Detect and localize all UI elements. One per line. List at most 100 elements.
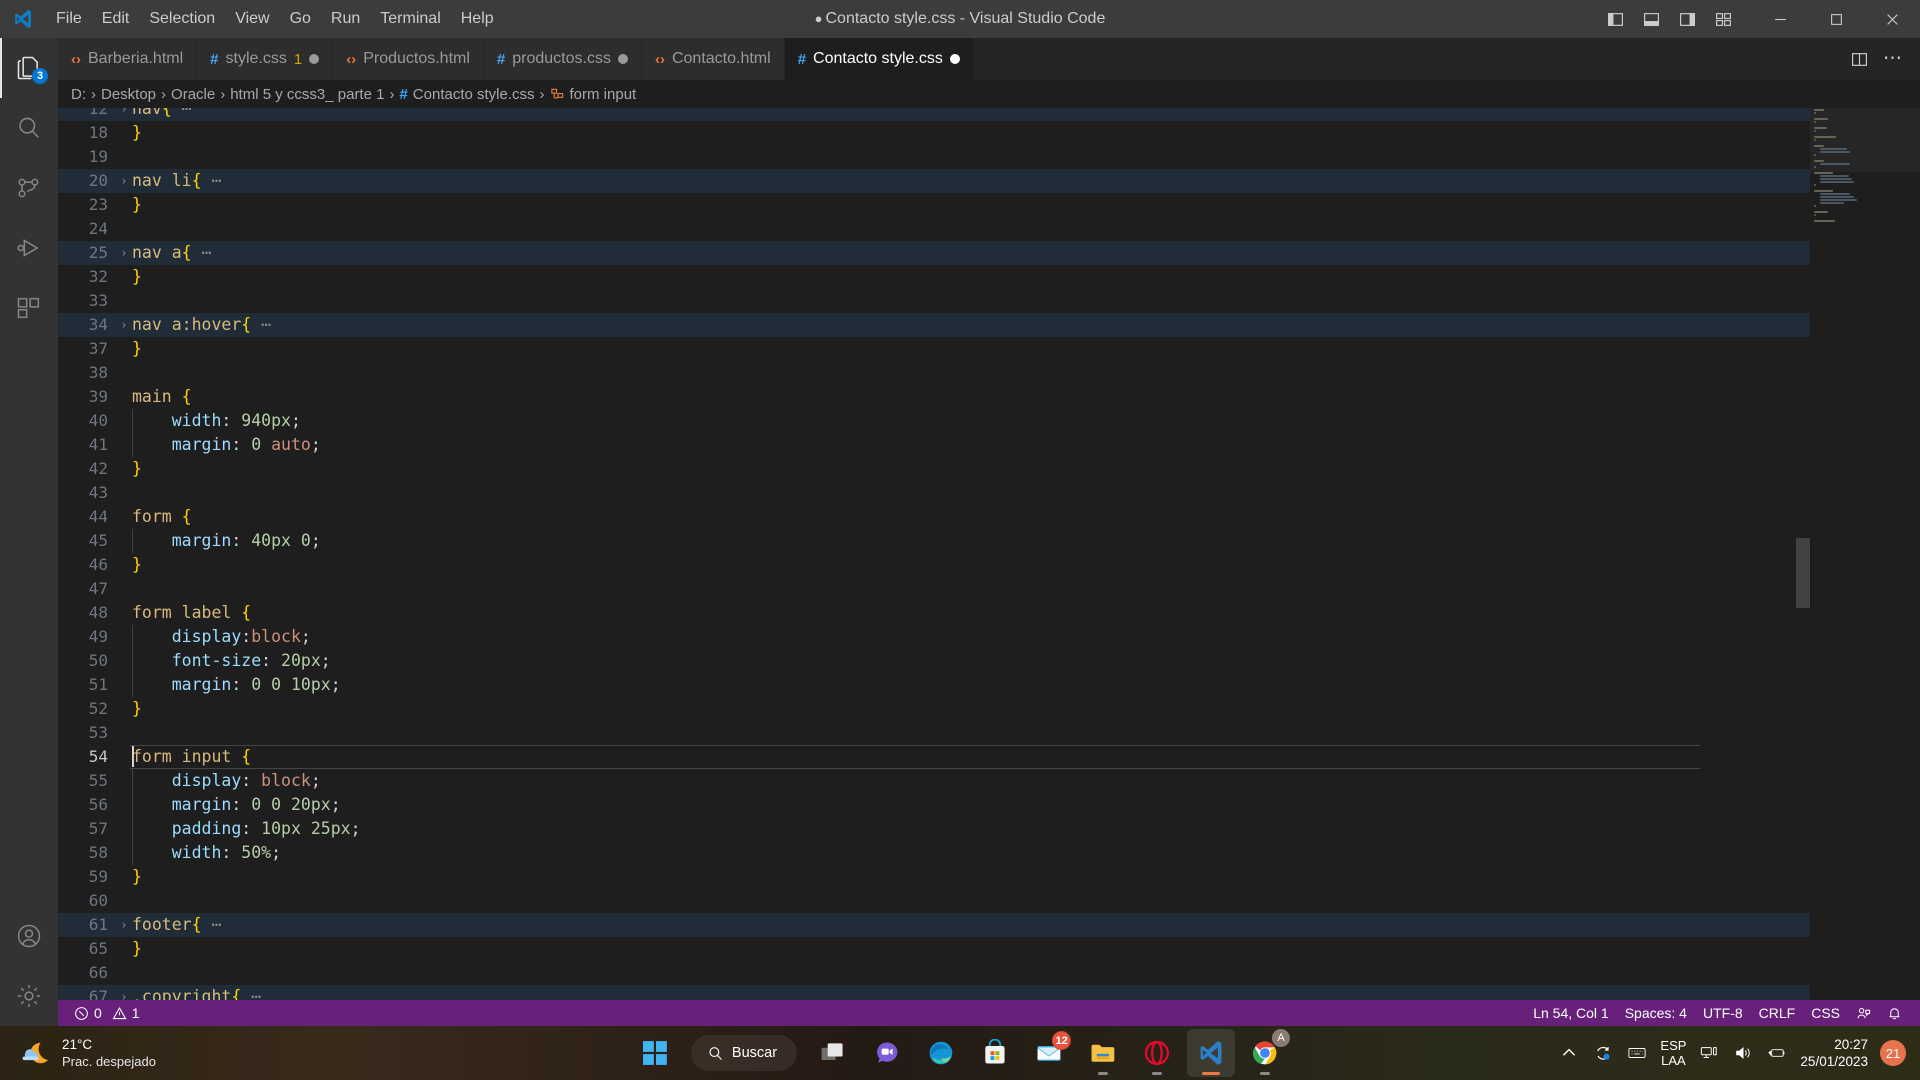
line-content[interactable]: }: [132, 553, 142, 577]
line-content[interactable]: }: [132, 337, 142, 361]
breadcrumb-item-desktop[interactable]: Desktop: [101, 86, 156, 103]
code-line-40[interactable]: 40 width: 940px;: [58, 409, 1810, 433]
maximize-icon[interactable]: [1808, 0, 1864, 38]
code-line-45[interactable]: 45 margin: 40px 0;: [58, 529, 1810, 553]
fold-chevron-icon[interactable]: ›: [116, 169, 132, 193]
tab-modified-dot[interactable]: [617, 54, 628, 64]
code-line-54[interactable]: 54 form input {: [58, 745, 1810, 769]
code-line-46[interactable]: 46}: [58, 553, 1810, 577]
breadcrumb-item-oracle[interactable]: Oracle: [171, 86, 215, 103]
line-content[interactable]: margin: 0 0 10px;: [132, 673, 341, 697]
line-content[interactable]: nav li{ ⋯: [132, 169, 221, 193]
code-line-24[interactable]: 24: [58, 217, 1810, 241]
line-content[interactable]: nav a:hover{ ⋯: [132, 313, 271, 337]
status-notifications[interactable]: [1879, 1000, 1910, 1026]
minimize-icon[interactable]: [1752, 0, 1808, 38]
menu-item-selection[interactable]: Selection: [139, 5, 225, 33]
scrollbar-thumb[interactable]: [1796, 538, 1810, 608]
line-content[interactable]: nav{ ⋯: [132, 108, 192, 121]
minimap[interactable]: [1810, 108, 1920, 1000]
fold-chevron-icon[interactable]: ›: [116, 913, 132, 937]
line-content[interactable]: margin: 0 0 20px;: [132, 793, 341, 817]
menu-item-terminal[interactable]: Terminal: [370, 5, 450, 33]
code-lines[interactable]: 12 › nav{ ⋯ 18} 19 20 › nav li{ ⋯ 23} 24 25 › nav a{…: [58, 108, 1810, 1000]
customize-layout-icon[interactable]: [1706, 4, 1740, 34]
close-icon[interactable]: [1864, 0, 1920, 38]
activitybar-item-search[interactable]: [0, 98, 58, 158]
status-language-mode[interactable]: CSS: [1803, 1000, 1848, 1026]
breadcrumb-item-html-5-y-ccss3-parte-1[interactable]: html 5 y ccss3_ parte 1: [230, 86, 384, 103]
line-content[interactable]: }: [132, 697, 142, 721]
taskbar-app-google-chrome[interactable]: A: [1241, 1029, 1291, 1077]
tab-modified-dot[interactable]: [949, 54, 960, 64]
code-line-12[interactable]: 12 › nav{ ⋯: [58, 108, 1810, 121]
menu-bar[interactable]: File Edit Selection View Go Run Terminal…: [46, 5, 504, 33]
taskbar-app-mail[interactable]: 12: [1025, 1029, 1073, 1077]
line-content[interactable]: .copyright{ ⋯: [132, 985, 261, 1000]
line-content[interactable]: margin: 0 auto;: [132, 433, 321, 457]
menu-item-view[interactable]: View: [225, 5, 279, 33]
editor-tab-style-css[interactable]: # style.css 1: [197, 38, 334, 80]
code-line-51[interactable]: 51 margin: 0 0 10px;: [58, 673, 1810, 697]
network-display-icon[interactable]: [1698, 1042, 1720, 1064]
menu-item-go[interactable]: Go: [280, 5, 321, 33]
taskbar-clock[interactable]: 20:27 25/01/2023: [1800, 1036, 1868, 1070]
editor-tab-productos-html[interactable]: ‹› Productos.html: [333, 38, 484, 80]
toggle-secondary-sidebar-icon[interactable]: [1670, 4, 1704, 34]
code-content[interactable]: 12 › nav{ ⋯ 18} 19 20 › nav li{ ⋯ 23} 24 25 › nav a{…: [58, 108, 1810, 1000]
line-content[interactable]: }: [132, 265, 142, 289]
code-line-49[interactable]: 49 display:block;: [58, 625, 1810, 649]
volume-icon[interactable]: [1732, 1042, 1754, 1064]
more-actions-icon[interactable]: ⋯: [1878, 44, 1908, 74]
code-line-43[interactable]: 43: [58, 481, 1810, 505]
line-content[interactable]: }: [132, 865, 142, 889]
menu-item-edit[interactable]: Edit: [92, 5, 140, 33]
editor-tab-barberia-html[interactable]: ‹› Barberia.html: [58, 38, 198, 80]
fold-chevron-icon[interactable]: ›: [116, 313, 132, 337]
notification-center-badge[interactable]: 21: [1880, 1040, 1906, 1066]
status-live-share[interactable]: [1848, 1000, 1879, 1026]
text-editor[interactable]: 12 › nav{ ⋯ 18} 19 20 › nav li{ ⋯ 23} 24 25 › nav a{…: [58, 108, 1920, 1000]
breadcrumb-item-form-input[interactable]: form input: [550, 86, 636, 103]
code-line-56[interactable]: 56 margin: 0 0 20px;: [58, 793, 1810, 817]
line-content[interactable]: width: 940px;: [132, 409, 301, 433]
fold-chevron-icon[interactable]: ›: [116, 241, 132, 265]
fold-chevron-icon[interactable]: ›: [116, 985, 132, 1000]
line-content[interactable]: footer{ ⋯: [132, 913, 221, 937]
line-content[interactable]: form input {: [132, 745, 251, 769]
activitybar-item-accounts[interactable]: [0, 906, 58, 966]
activitybar-item-source-control[interactable]: [0, 158, 58, 218]
code-line-34[interactable]: 34 › nav a:hover{ ⋯: [58, 313, 1810, 337]
code-line-44[interactable]: 44 form {: [58, 505, 1810, 529]
code-line-61[interactable]: 61 › footer{ ⋯: [58, 913, 1810, 937]
activitybar-item-manage[interactable]: [0, 966, 58, 1026]
code-line-41[interactable]: 41 margin: 0 auto;: [58, 433, 1810, 457]
show-hidden-icons-chevron-up-icon[interactable]: [1558, 1042, 1580, 1064]
menu-item-run[interactable]: Run: [321, 5, 370, 33]
code-line-20[interactable]: 20 › nav li{ ⋯: [58, 169, 1810, 193]
code-line-50[interactable]: 50 font-size: 20px;: [58, 649, 1810, 673]
editor-tabs[interactable]: ‹› Barberia.html # style.css 1 ‹› Productos.ht…: [58, 38, 1844, 80]
code-line-48[interactable]: 48 form label {: [58, 601, 1810, 625]
taskbar-app-chat[interactable]: [863, 1029, 911, 1077]
keyboard-icon[interactable]: [1626, 1042, 1648, 1064]
taskbar-search-button[interactable]: Buscar: [690, 1035, 798, 1071]
menu-item-file[interactable]: File: [46, 5, 92, 33]
taskbar-weather-widget[interactable]: 21°C Prac. despejado: [0, 1036, 300, 1070]
code-line-25[interactable]: 25 › nav a{ ⋯: [58, 241, 1810, 265]
line-content[interactable]: form label {: [132, 601, 251, 625]
breadcrumb-item-d-[interactable]: D:: [71, 86, 86, 103]
line-content[interactable]: display: block;: [132, 769, 321, 793]
battery-icon[interactable]: [1766, 1042, 1788, 1064]
tab-modified-dot[interactable]: [309, 54, 320, 64]
toggle-primary-sidebar-icon[interactable]: [1598, 4, 1632, 34]
taskbar-app-microsoft-store[interactable]: [971, 1029, 1019, 1077]
fold-chevron-icon[interactable]: ›: [116, 108, 132, 121]
line-content[interactable]: }: [132, 937, 142, 961]
breadcrumb[interactable]: D: › Desktop › Oracle › html 5 y ccss3_ parte …: [58, 80, 1920, 108]
editor-vertical-scrollbar[interactable]: [1796, 108, 1810, 1000]
line-content[interactable]: }: [132, 193, 142, 217]
code-line-57[interactable]: 57 padding: 10px 25px;: [58, 817, 1810, 841]
taskbar-app-visual-studio-code[interactable]: [1187, 1029, 1236, 1077]
code-line-32[interactable]: 32}: [58, 265, 1810, 289]
